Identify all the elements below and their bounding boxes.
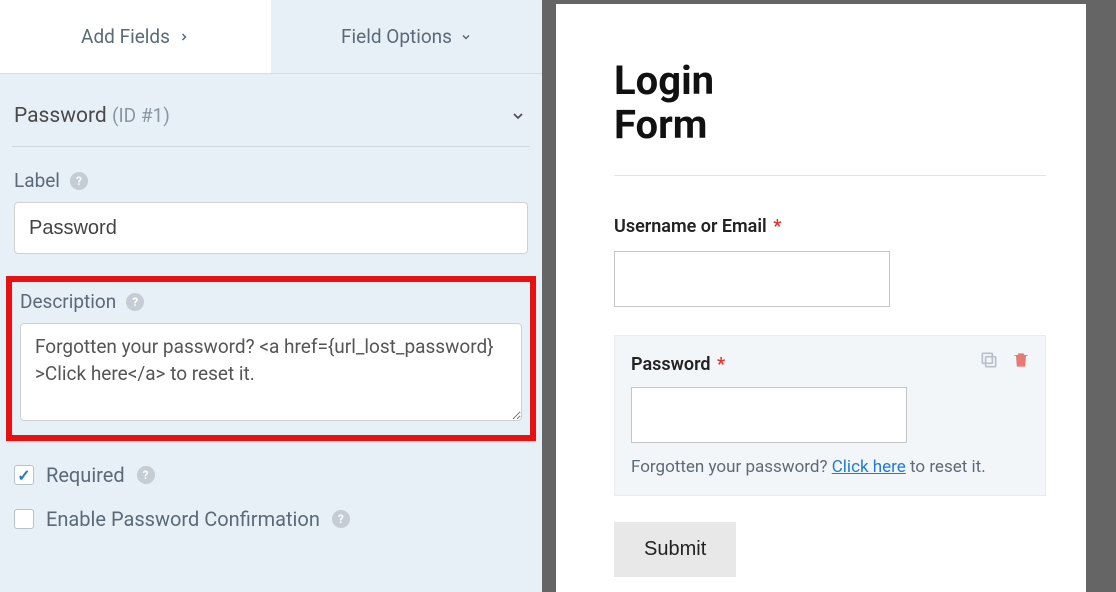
username-label: Username or Email * bbox=[614, 216, 1046, 237]
password-label: Password * bbox=[631, 354, 1029, 375]
chevron-down-icon bbox=[510, 108, 526, 124]
field-editor: Password (ID #1) Label ? Description ? R… bbox=[0, 74, 542, 551]
field-actions bbox=[979, 350, 1031, 370]
desc-prefix: Forgotten your password? bbox=[631, 457, 832, 477]
duplicate-icon[interactable] bbox=[979, 350, 999, 370]
confirm-checkbox-row[interactable]: Enable Password Confirmation ? bbox=[12, 507, 530, 531]
title-line1: Login bbox=[614, 57, 714, 104]
tab-field-options-label: Field Options bbox=[341, 25, 452, 48]
setting-description-heading: Description ? bbox=[20, 290, 522, 313]
required-label: Required bbox=[46, 463, 125, 487]
submit-button[interactable]: Submit bbox=[614, 522, 736, 577]
setting-description-group: Description ? bbox=[6, 276, 536, 441]
help-icon[interactable]: ? bbox=[137, 466, 155, 484]
confirm-label: Enable Password Confirmation bbox=[46, 507, 320, 531]
required-star: * bbox=[717, 354, 725, 375]
label-input[interactable] bbox=[14, 202, 528, 254]
divider bbox=[614, 175, 1046, 176]
password-description: Forgotten your password? Click here to r… bbox=[631, 457, 1029, 477]
trash-icon[interactable] bbox=[1011, 350, 1031, 370]
required-checkbox-row[interactable]: Required ? bbox=[12, 463, 530, 487]
password-field-selected[interactable]: Password * Forgotten your password? Clic… bbox=[614, 335, 1046, 496]
field-header[interactable]: Password (ID #1) bbox=[12, 104, 530, 147]
label-heading-text: Label bbox=[14, 169, 60, 192]
password-input[interactable] bbox=[631, 387, 907, 443]
setting-label-group: Label ? bbox=[12, 169, 530, 254]
password-label-text: Password bbox=[631, 354, 711, 375]
preview-panel: Login Form Username or Email * Password … bbox=[556, 4, 1086, 592]
setting-label-heading: Label ? bbox=[14, 169, 528, 192]
tabs: Add Fields Field Options bbox=[0, 0, 542, 74]
preview-wrapper: Login Form Username or Email * Password … bbox=[542, 0, 1116, 592]
required-star: * bbox=[773, 216, 781, 237]
form-title: Login Form bbox=[614, 59, 814, 147]
field-name: Password bbox=[14, 104, 107, 128]
help-icon[interactable]: ? bbox=[126, 293, 144, 311]
help-icon[interactable]: ? bbox=[70, 172, 88, 190]
tab-add-fields-label: Add Fields bbox=[81, 25, 170, 48]
username-input[interactable] bbox=[614, 251, 890, 307]
field-header-title: Password (ID #1) bbox=[14, 104, 170, 128]
tab-field-options[interactable]: Field Options bbox=[271, 0, 542, 73]
username-label-text: Username or Email bbox=[614, 216, 767, 237]
description-textarea[interactable] bbox=[20, 323, 522, 421]
checkbox-unchecked-icon bbox=[14, 509, 34, 529]
chevron-right-icon bbox=[178, 31, 190, 43]
desc-suffix: to reset it. bbox=[906, 457, 986, 477]
chevron-down-icon bbox=[460, 31, 472, 43]
left-panel: Add Fields Field Options Password (ID #1… bbox=[0, 0, 542, 592]
help-icon[interactable]: ? bbox=[332, 510, 350, 528]
tab-add-fields[interactable]: Add Fields bbox=[0, 0, 271, 73]
description-heading-text: Description bbox=[20, 290, 116, 313]
username-field: Username or Email * bbox=[614, 216, 1046, 307]
field-id: (ID #1) bbox=[112, 104, 170, 127]
title-line2: Form bbox=[614, 101, 707, 148]
reset-link[interactable]: Click here bbox=[832, 457, 906, 477]
checkbox-checked-icon bbox=[14, 465, 34, 485]
